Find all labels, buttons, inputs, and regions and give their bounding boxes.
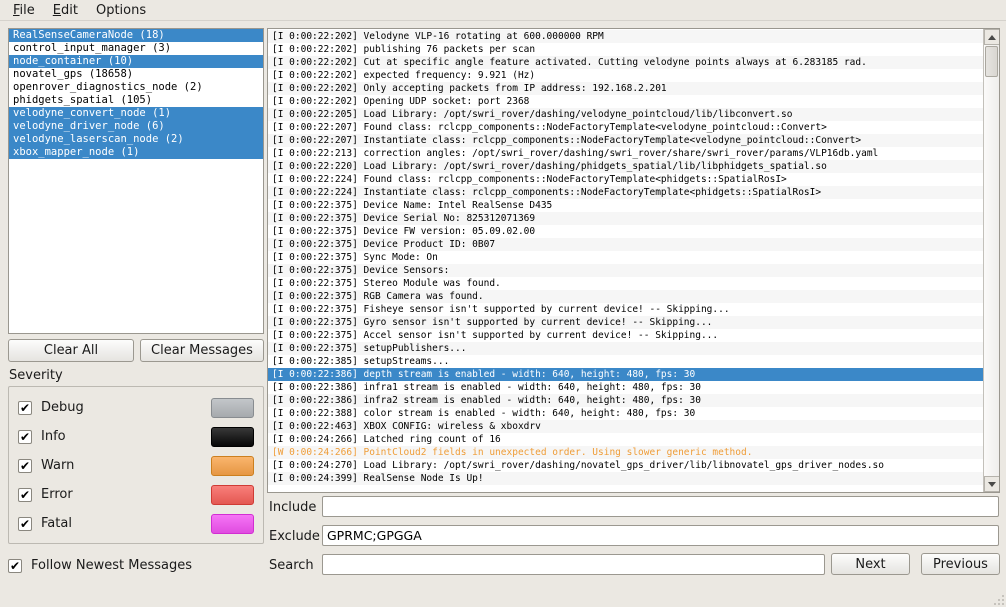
menu-item-options[interactable]: Options: [87, 1, 155, 20]
log-row[interactable]: [I 0:00:22:375] Fisheye sensor isn't sup…: [268, 303, 983, 316]
debug-color-swatch[interactable]: [211, 398, 254, 418]
exclude-label: Exclude: [269, 529, 320, 544]
follow-newest-checkbox[interactable]: ✔: [8, 559, 22, 573]
log-row[interactable]: [I 0:00:24:399] RealSense Node Is Up!: [268, 472, 983, 485]
log-row[interactable]: [I 0:00:22:202] Only accepting packets f…: [268, 82, 983, 95]
node-list-item[interactable]: openrover_diagnostics_node (2): [9, 81, 263, 94]
warn-checkbox[interactable]: ✔: [18, 459, 32, 473]
menu-item-file[interactable]: File: [4, 1, 44, 20]
menu-item-edit[interactable]: Edit: [44, 1, 87, 20]
log-row[interactable]: [I 0:00:22:205] Load Library: /opt/swri_…: [268, 108, 983, 121]
error-label: Error: [41, 487, 73, 502]
severity-row-info: ✔ Info: [18, 422, 254, 451]
follow-newest-row: ✔ Follow Newest Messages: [8, 558, 192, 573]
fatal-label: Fatal: [41, 516, 72, 531]
log-row[interactable]: [I 0:00:22:213] correction angles: /opt/…: [268, 147, 983, 160]
log-row[interactable]: [I 0:00:22:385] setupStreams...: [268, 355, 983, 368]
node-list-item[interactable]: node_container (10): [9, 55, 263, 68]
include-input[interactable]: [322, 496, 999, 517]
clear-messages-button[interactable]: Clear Messages: [140, 339, 264, 362]
log-row[interactable]: [I 0:00:22:207] Found class: rclcpp_comp…: [268, 121, 983, 134]
log-row[interactable]: [I 0:00:22:375] Device Product ID: 0B07: [268, 238, 983, 251]
node-list-item[interactable]: velodyne_convert_node (1): [9, 107, 263, 120]
scrollbar-thumb[interactable]: [985, 46, 998, 77]
log-row[interactable]: [I 0:00:22:202] Cut at specific angle fe…: [268, 56, 983, 69]
error-color-swatch[interactable]: [211, 485, 254, 505]
severity-row-error: ✔ Error: [18, 480, 254, 509]
fatal-color-swatch[interactable]: [211, 514, 254, 534]
log-scrollbar[interactable]: [983, 29, 999, 492]
log-row[interactable]: [I 0:00:22:375] Stereo Module was found.: [268, 277, 983, 290]
log-row[interactable]: [I 0:00:22:375] Sync Mode: On: [268, 251, 983, 264]
log-row[interactable]: [I 0:00:22:375] Accel sensor isn't suppo…: [268, 329, 983, 342]
log-row[interactable]: [I 0:00:22:202] expected frequency: 9.92…: [268, 69, 983, 82]
log-row[interactable]: [I 0:00:24:266] Latched ring count of 16: [268, 433, 983, 446]
error-checkbox[interactable]: ✔: [18, 488, 32, 502]
node-list-item[interactable]: RealSenseCameraNode (18): [9, 29, 263, 42]
log-row[interactable]: [I 0:00:22:375] setupPublishers...: [268, 342, 983, 355]
debug-label: Debug: [41, 400, 84, 415]
info-label: Info: [41, 429, 66, 444]
info-color-swatch[interactable]: [211, 427, 254, 447]
log-row[interactable]: [W 0:00:24:266] PointCloud2 fields in un…: [268, 446, 983, 459]
log-row[interactable]: [I 0:00:22:463] XBOX CONFIG: wireless & …: [268, 420, 983, 433]
log-row[interactable]: [I 0:00:22:388] color stream is enabled …: [268, 407, 983, 420]
log-row[interactable]: [I 0:00:22:220] Load Library: /opt/swri_…: [268, 160, 983, 173]
severity-row-fatal: ✔ Fatal: [18, 509, 254, 538]
log-row[interactable]: [I 0:00:22:375] Device Serial No: 825312…: [268, 212, 983, 225]
log-row[interactable]: [I 0:00:22:375] Gyro sensor isn't suppor…: [268, 316, 983, 329]
log-message-list[interactable]: [I 0:00:22:202] Velodyne VLP-16 rotating…: [268, 30, 983, 492]
node-list-item[interactable]: phidgets_spatial (105): [9, 94, 263, 107]
warn-color-swatch[interactable]: [211, 456, 254, 476]
node-list-item[interactable]: novatel_gps (18658): [9, 68, 263, 81]
menubar: FileEditOptions: [0, 0, 1006, 21]
log-panel: [I 0:00:22:202] Velodyne VLP-16 rotating…: [267, 28, 1000, 493]
node-list-item[interactable]: velodyne_laserscan_node (2): [9, 133, 263, 146]
log-row[interactable]: [I 0:00:22:224] Found class: rclcpp_comp…: [268, 173, 983, 186]
search-label: Search: [269, 558, 314, 573]
info-checkbox[interactable]: ✔: [18, 430, 32, 444]
node-list-item[interactable]: velodyne_driver_node (6): [9, 120, 263, 133]
resize-grip[interactable]: [994, 595, 1004, 605]
node-list-item[interactable]: control_input_manager (3): [9, 42, 263, 55]
log-row[interactable]: [I 0:00:22:202] publishing 76 packets pe…: [268, 43, 983, 56]
log-row[interactable]: [I 0:00:22:207] Instantiate class: rclcp…: [268, 134, 983, 147]
log-row[interactable]: [I 0:00:22:375] Device FW version: 05.09…: [268, 225, 983, 238]
log-row[interactable]: [I 0:00:22:375] Device Sensors:: [268, 264, 983, 277]
app-window: FileEditOptions RealSenseCameraNode (18)…: [0, 0, 1006, 607]
next-button[interactable]: Next: [831, 553, 910, 575]
log-row[interactable]: [I 0:00:22:202] Opening UDP socket: port…: [268, 95, 983, 108]
log-row[interactable]: [I 0:00:22:375] Device Name: Intel RealS…: [268, 199, 983, 212]
log-row[interactable]: [I 0:00:22:386] infra1 stream is enabled…: [268, 381, 983, 394]
debug-checkbox[interactable]: ✔: [18, 401, 32, 415]
severity-row-warn: ✔ Warn: [18, 451, 254, 480]
severity-row-debug: ✔ Debug: [18, 393, 254, 422]
log-row[interactable]: [I 0:00:22:386] infra2 stream is enabled…: [268, 394, 983, 407]
clear-all-button[interactable]: Clear All: [8, 339, 134, 362]
exclude-input[interactable]: [322, 525, 999, 546]
severity-groupbox: ✔ Debug ✔ Info ✔ Warn ✔ Error ✔ Fatal: [8, 386, 264, 544]
scroll-down-icon[interactable]: [984, 476, 1000, 492]
search-input[interactable]: [322, 554, 825, 575]
node-list-item[interactable]: xbox_mapper_node (1): [9, 146, 263, 159]
scroll-up-icon[interactable]: [984, 29, 1000, 45]
log-row[interactable]: [I 0:00:22:224] Instantiate class: rclcp…: [268, 186, 983, 199]
log-row[interactable]: [I 0:00:22:386] depth stream is enabled …: [268, 368, 983, 381]
include-label: Include: [269, 500, 316, 515]
fatal-checkbox[interactable]: ✔: [18, 517, 32, 531]
log-row[interactable]: [I 0:00:22:202] Velodyne VLP-16 rotating…: [268, 30, 983, 43]
follow-newest-label: Follow Newest Messages: [31, 558, 192, 573]
node-list-panel[interactable]: RealSenseCameraNode (18)control_input_ma…: [8, 28, 264, 334]
previous-button[interactable]: Previous: [921, 553, 1000, 575]
warn-label: Warn: [41, 458, 74, 473]
log-row[interactable]: [I 0:00:24:270] Load Library: /opt/swri_…: [268, 459, 983, 472]
log-row[interactable]: [I 0:00:22:375] RGB Camera was found.: [268, 290, 983, 303]
severity-title: Severity: [9, 368, 63, 383]
